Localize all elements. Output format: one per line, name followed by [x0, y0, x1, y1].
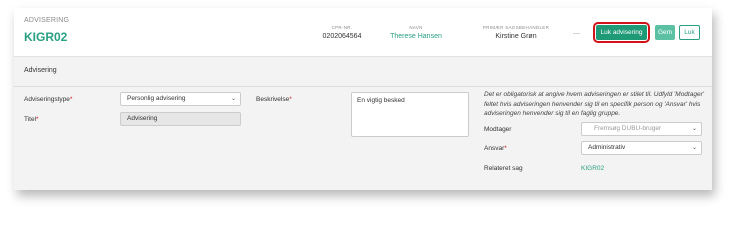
- responsibility-select[interactable]: Administrativ ⌄: [581, 141, 702, 155]
- title-label: Titel*: [24, 116, 39, 123]
- description-label-text: Beskrivelse: [256, 96, 290, 103]
- title-field-value: Advisering: [127, 115, 158, 122]
- type-label-text: Adviseringstype: [24, 96, 70, 103]
- cpr-block: CPR-NR. 0202064564: [317, 25, 367, 40]
- responsibility-label-text: Ansvar: [484, 145, 505, 152]
- close-advisering-button[interactable]: Luk advisering: [593, 22, 650, 43]
- primary-handler-block: PRIMÆR SAGSBEHANDLER Kirstine Grøn: [474, 25, 558, 40]
- save-button[interactable]: Gem: [655, 25, 675, 40]
- section-title: Advisering: [24, 67, 57, 74]
- description-label: Beskrivelse*: [256, 96, 292, 103]
- chevron-down-icon: ⌄: [691, 145, 697, 151]
- case-id: KIGR02: [24, 30, 68, 44]
- description-value: En vigtig besked: [357, 97, 405, 104]
- case-header: ADVISERING KIGR02 CPR-NR. 0202064564 NAV…: [14, 8, 712, 57]
- cpr-label: CPR-NR.: [331, 25, 353, 30]
- info-text: Det er obligatorisk at angive hvem advis…: [484, 91, 704, 117]
- recipient-placeholder: Fremsøg DUBU-bruger: [594, 125, 662, 132]
- recipient-label: Modtager: [484, 126, 512, 133]
- description-textarea[interactable]: En vigtig besked: [351, 92, 469, 137]
- required-mark: *: [504, 145, 507, 152]
- advisering-panel: ADVISERING KIGR02 CPR-NR. 0202064564 NAV…: [14, 8, 712, 190]
- case-type-label: ADVISERING: [24, 17, 70, 24]
- recipient-select[interactable]: Fremsøg DUBU-bruger ⌄: [581, 122, 702, 136]
- related-case-label: Relateret sag: [484, 165, 523, 172]
- name-label: NAVN: [409, 25, 423, 30]
- section-divider: [14, 86, 712, 87]
- name-link[interactable]: Therese Hansen: [386, 33, 446, 40]
- name-block: NAVN Therese Hansen: [386, 25, 446, 40]
- required-mark: *: [289, 96, 292, 103]
- required-mark: *: [36, 116, 39, 123]
- title-field[interactable]: Advisering: [120, 112, 241, 126]
- title-label-text: Titel: [24, 116, 37, 123]
- primary-handler-label: PRIMÆR SAGSBEHANDLER: [482, 25, 550, 30]
- responsibility-label: Ansvar*: [484, 145, 507, 152]
- chevron-down-icon: ⌄: [230, 96, 236, 102]
- primary-handler-value: Kirstine Grøn: [495, 33, 537, 40]
- cpr-value: 0202064564: [322, 33, 362, 40]
- type-label: Adviseringstype*: [24, 96, 72, 103]
- type-select-value: Personlig advisering: [127, 95, 186, 102]
- responsibility-value: Administrativ: [588, 144, 626, 151]
- required-mark: *: [69, 96, 73, 103]
- header-separator: —: [573, 30, 580, 37]
- related-case-link[interactable]: KIGR02: [581, 165, 604, 172]
- type-select[interactable]: Personlig advisering ⌄: [120, 92, 241, 106]
- close-button[interactable]: Luk: [679, 25, 700, 40]
- chevron-down-icon: ⌄: [691, 126, 697, 132]
